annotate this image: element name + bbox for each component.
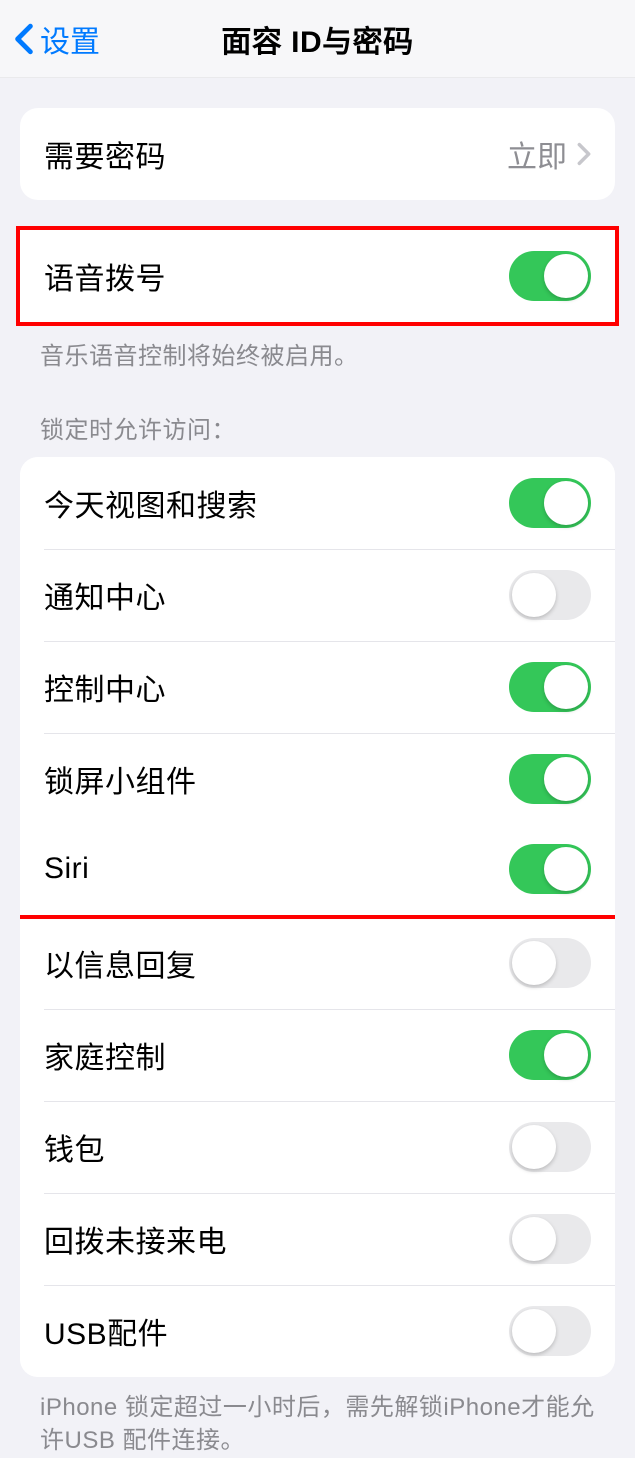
- lock-access-label: 钱包: [44, 1125, 509, 1169]
- lock-access-toggle[interactable]: [509, 570, 591, 620]
- lock-access-label: 以信息回复: [44, 941, 509, 985]
- lock-access-row: 通知中心: [20, 549, 615, 641]
- require-passcode-label: 需要密码: [44, 132, 507, 176]
- lock-access-toggle[interactable]: [509, 1306, 591, 1356]
- lock-access-row: Siri: [20, 823, 615, 919]
- lock-access-label: 今天视图和搜索: [44, 481, 509, 525]
- lock-access-toggle[interactable]: [509, 1122, 591, 1172]
- navigation-bar: 设置 面容 ID与密码: [0, 0, 635, 78]
- lock-access-row: USB配件: [20, 1285, 615, 1377]
- lock-access-row: 今天视图和搜索: [20, 457, 615, 549]
- lock-access-toggle[interactable]: [509, 1030, 591, 1080]
- voice-dial-group: 语音拨号: [16, 226, 619, 326]
- voice-dial-footer: 音乐语音控制将始终被启用。: [0, 326, 635, 374]
- lock-access-toggle[interactable]: [509, 844, 591, 894]
- lock-access-toggle[interactable]: [509, 478, 591, 528]
- lock-access-group: 今天视图和搜索通知中心控制中心锁屏小组件 Siri 以信息回复家庭控制钱包回拨未接来…: [20, 457, 615, 1377]
- chevron-left-icon: [8, 17, 40, 61]
- require-passcode-value: 立即: [507, 132, 567, 176]
- lock-access-label: 控制中心: [44, 665, 509, 709]
- lock-access-label: Siri: [44, 852, 509, 886]
- back-button[interactable]: 设置: [8, 17, 100, 61]
- back-label: 设置: [40, 17, 100, 61]
- lock-access-label: USB配件: [44, 1309, 509, 1353]
- lock-access-row: 以信息回复: [20, 917, 615, 1009]
- lock-access-toggle[interactable]: [509, 754, 591, 804]
- require-passcode-row[interactable]: 需要密码 立即: [20, 108, 615, 200]
- lock-access-toggle[interactable]: [509, 938, 591, 988]
- lock-access-header: 锁定时允许访问：: [0, 374, 635, 457]
- lock-access-label: 锁屏小组件: [44, 757, 509, 801]
- lock-access-toggle[interactable]: [509, 1214, 591, 1264]
- lock-access-label: 通知中心: [44, 573, 509, 617]
- chevron-right-icon: [577, 142, 591, 166]
- voice-dial-row: 语音拨号: [20, 230, 615, 322]
- lock-access-toggle[interactable]: [509, 662, 591, 712]
- voice-dial-toggle[interactable]: [509, 251, 591, 301]
- require-passcode-group: 需要密码 立即: [20, 108, 615, 200]
- lock-access-row: 控制中心: [20, 641, 615, 733]
- lock-access-footer: iPhone 锁定超过一小时后，需先解锁iPhone才能允许USB 配件连接。: [0, 1377, 635, 1458]
- page-title: 面容 ID与密码: [221, 17, 413, 61]
- voice-dial-label: 语音拨号: [44, 254, 509, 298]
- lock-access-row: 家庭控制: [20, 1009, 615, 1101]
- lock-access-row: 回拨未接来电: [20, 1193, 615, 1285]
- lock-access-row: 锁屏小组件: [20, 733, 615, 825]
- lock-access-label: 回拨未接来电: [44, 1217, 509, 1261]
- lock-access-row: 钱包: [20, 1101, 615, 1193]
- lock-access-label: 家庭控制: [44, 1033, 509, 1077]
